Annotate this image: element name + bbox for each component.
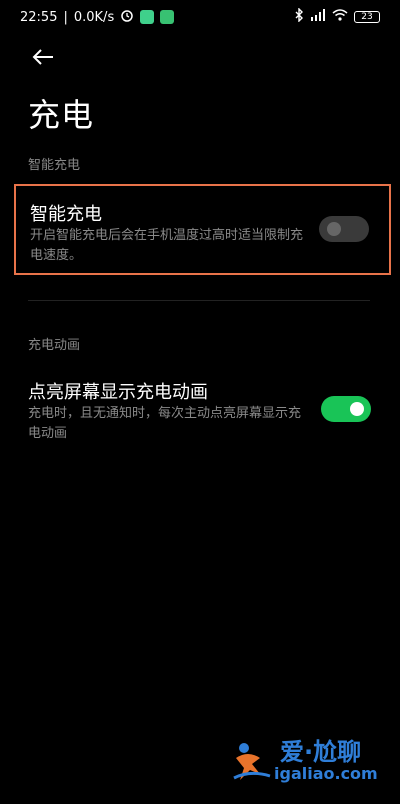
toggle-knob: [327, 222, 341, 236]
setting-title: 智能充电: [30, 204, 102, 225]
section-label-charging-animation: 充电动画: [28, 338, 81, 353]
section-label-smart-charging: 智能充电: [28, 158, 81, 173]
signal-icon: [310, 9, 326, 25]
bluetooth-icon: [294, 7, 304, 26]
toggle-knob: [350, 402, 364, 416]
alarm-icon: [120, 8, 134, 26]
divider: [28, 300, 370, 301]
setting-description: 充电时，且无通知时，每次主动点亮屏幕显示充电动画: [28, 406, 302, 441]
smart-charging-setting[interactable]: 智能充电 开启智能充电后会在手机温度过高时适当限制充电速度。: [14, 184, 391, 275]
setting-description: 开启智能充电后会在手机温度过高时适当限制充电速度。: [30, 228, 304, 263]
back-button[interactable]: [28, 44, 58, 74]
watermark-url: igaliao.com: [274, 764, 378, 783]
wifi-icon: [332, 9, 348, 25]
watermark-text: 爱·尬聊: [280, 738, 362, 766]
app-icon: [140, 10, 155, 24]
setting-title: 点亮屏幕显示充电动画: [28, 382, 208, 403]
smart-charging-toggle[interactable]: [319, 216, 369, 242]
status-separator: |: [63, 9, 68, 25]
status-bar: 22:55 | 0.0K/s 23: [0, 0, 400, 34]
back-arrow-icon: [31, 47, 55, 71]
charging-animation-setting[interactable]: 点亮屏幕显示充电动画 充电时，且无通知时，每次主动点亮屏幕显示充电动画: [14, 366, 391, 452]
status-left: 22:55 | 0.0K/s: [20, 8, 175, 26]
network-speed: 0.0K/s: [73, 9, 115, 25]
watermark: 爱·尬聊 igaliao.com: [230, 730, 390, 790]
page-title: 充电: [28, 96, 95, 134]
watermark-logo-icon: [230, 740, 274, 788]
status-right: 23: [294, 7, 380, 26]
app-icon: [160, 10, 175, 24]
battery-icon: 23: [354, 11, 380, 23]
charging-animation-toggle[interactable]: [321, 396, 371, 422]
status-time: 22:55: [20, 9, 58, 25]
